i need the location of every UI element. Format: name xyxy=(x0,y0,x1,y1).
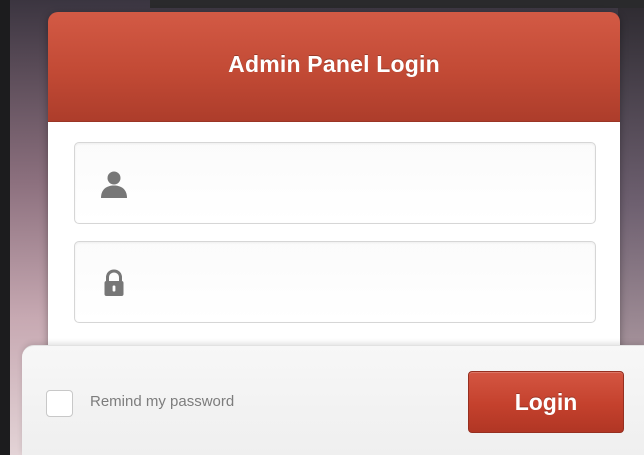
login-panel: Admin Panel Login xyxy=(48,12,620,352)
top-bar xyxy=(150,0,644,8)
login-footer: Remind my password Login xyxy=(22,345,644,455)
username-input[interactable] xyxy=(145,143,585,223)
panel-title: Admin Panel Login xyxy=(228,51,440,77)
panel-header: Admin Panel Login xyxy=(48,12,620,122)
lock-icon xyxy=(99,268,129,298)
remember-password-checkbox[interactable] xyxy=(46,390,73,417)
panel-body xyxy=(48,122,620,352)
remember-password-label: Remind my password xyxy=(90,393,235,410)
password-input[interactable] xyxy=(145,242,585,322)
username-field[interactable] xyxy=(74,142,596,224)
login-button[interactable]: Login xyxy=(468,371,624,433)
user-icon xyxy=(99,169,129,199)
password-field[interactable] xyxy=(74,241,596,323)
